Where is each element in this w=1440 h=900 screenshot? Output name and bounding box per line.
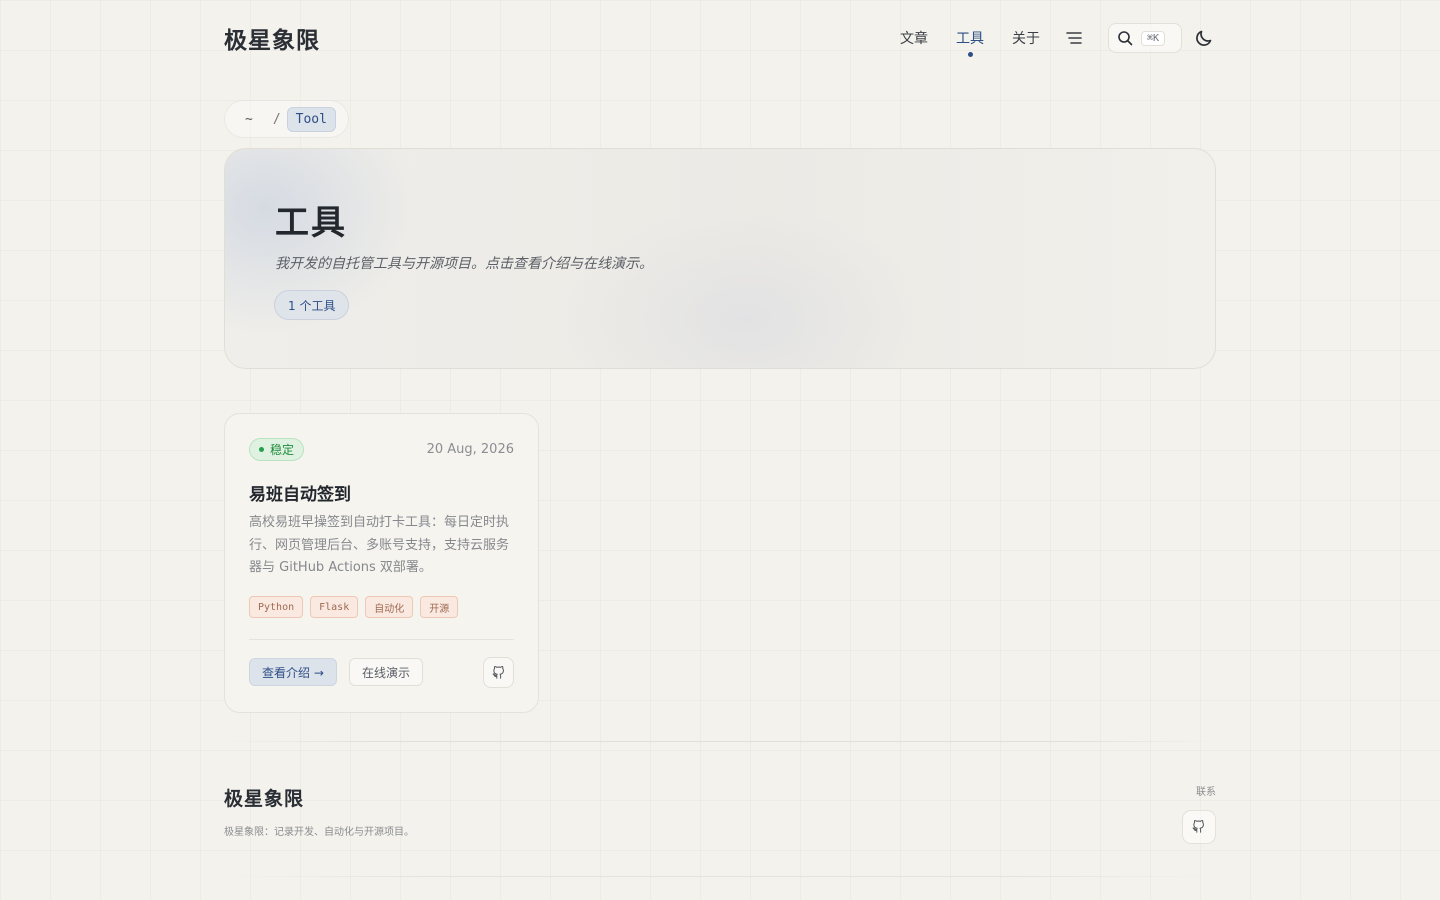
search-button[interactable]: ⌘K (1108, 23, 1182, 53)
online-demo-button[interactable]: 在线演示 (349, 658, 424, 686)
menu-icon[interactable] (1064, 28, 1084, 48)
tool-count-badge: 1 个工具 (274, 290, 350, 320)
nav-item-tools[interactable]: 工具 (956, 28, 984, 57)
footer-bottom-divider (224, 876, 1216, 877)
breadcrumb-current: Tool (286, 106, 336, 132)
tag-flask: Flask (310, 596, 359, 618)
tag-python: Python (249, 596, 304, 618)
card-title[interactable]: 易班自动签到 (249, 480, 351, 505)
site-header: 极星象限 文章 工具 关于 ⌘K (224, 18, 1216, 58)
footer-contact-label: 联系 (1196, 787, 1216, 798)
page-description: 我开发的自托管工具与开源项目。点击查看介绍与在线演示。 (275, 256, 653, 272)
main-nav: 文章 工具 关于 ⌘K (872, 23, 1216, 57)
breadcrumb-home[interactable]: ~ (245, 112, 253, 127)
card-date: 20 Aug, 2026 (426, 442, 514, 457)
status-dot-icon (259, 447, 264, 452)
tag-open-source: 开源 (420, 596, 459, 618)
card-divider (249, 639, 514, 640)
site-logo[interactable]: 极星象限 (224, 21, 320, 55)
moon-icon[interactable] (1192, 26, 1216, 50)
search-icon (1118, 31, 1133, 46)
view-intro-button[interactable]: 查看介绍 → (249, 658, 337, 686)
breadcrumb: ~ / Tool (224, 100, 349, 138)
footer-logo[interactable]: 极星象限 (224, 784, 304, 811)
footer-github-icon[interactable] (1182, 810, 1216, 844)
tag-automation: 自动化 (365, 596, 414, 618)
tag-list: Python Flask 自动化 开源 (249, 596, 465, 618)
page-hero: 工具 我开发的自托管工具与开源项目。点击查看介绍与在线演示。 1 个工具 (224, 148, 1216, 369)
page-title: 工具 (275, 203, 347, 243)
nav-item-articles[interactable]: 文章 (900, 28, 928, 48)
status-badge: 稳定 (249, 438, 305, 461)
github-icon[interactable] (483, 657, 514, 688)
footer-divider (224, 741, 1216, 742)
breadcrumb-separator: / (272, 111, 281, 127)
footer-description: 极星象限：记录开发、自动化与开源项目。 (224, 827, 414, 838)
search-shortcut: ⌘K (1141, 30, 1166, 46)
status-label: 稳定 (270, 443, 295, 457)
tool-card: 稳定 20 Aug, 2026 易班自动签到 高校易班早操签到自动打卡工具：每日… (224, 413, 539, 713)
nav-item-about[interactable]: 关于 (1012, 28, 1040, 48)
card-description: 高校易班早操签到自动打卡工具：每日定时执行、网页管理后台、多账号支持，支持云服务… (249, 515, 510, 575)
